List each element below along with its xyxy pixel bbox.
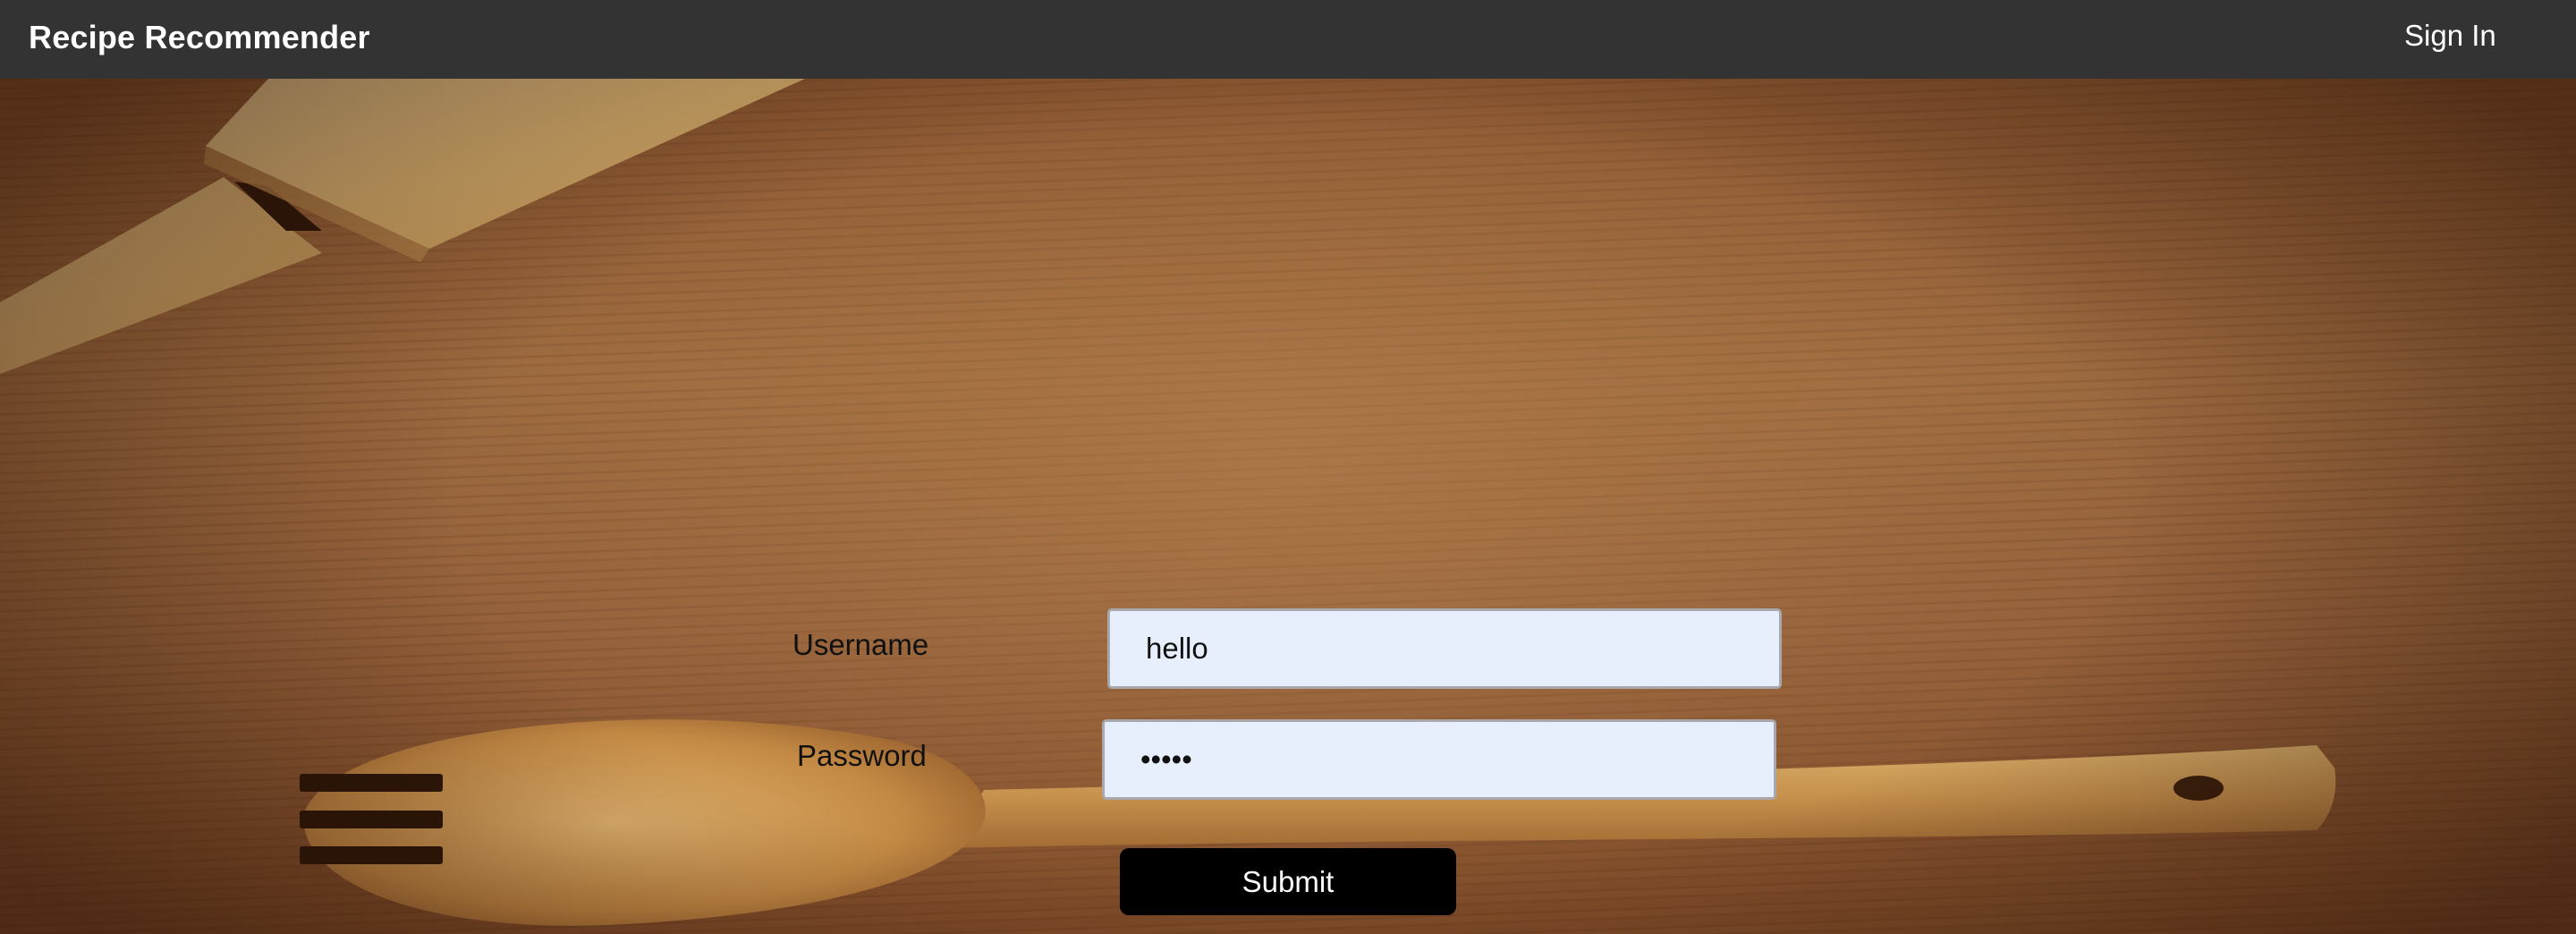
password-input[interactable] [1102,719,1776,800]
wood-background-image [0,79,2576,934]
navbar: Recipe Recommender Sign In [0,0,2576,79]
username-input[interactable] [1107,608,1782,689]
sign-in-link[interactable]: Sign In [2404,0,2496,79]
password-label: Password [797,739,927,772]
submit-button[interactable]: Submit [1120,848,1456,915]
brand-title[interactable]: Recipe Recommender [29,0,370,79]
username-label: Username [792,628,929,661]
vignette-overlay [0,79,2576,934]
